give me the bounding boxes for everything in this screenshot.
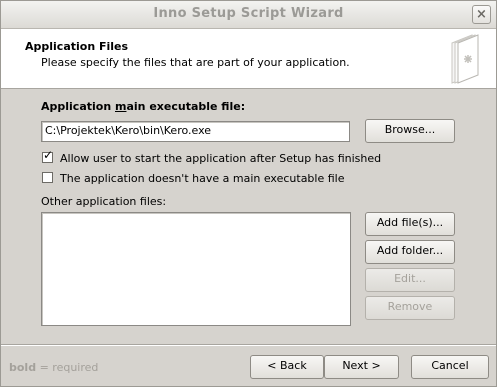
remove-button[interactable]: Remove xyxy=(365,296,455,320)
check-icon: ✓ xyxy=(43,148,54,162)
allow-start-checkbox[interactable]: ✓ xyxy=(42,148,54,163)
cancel-button-label: Cancel xyxy=(431,359,469,372)
footer-divider-highlight xyxy=(1,345,496,346)
main-exe-input[interactable]: C:\Projektek\Kero\bin\Kero.exe xyxy=(41,121,350,142)
main-exe-label-part2: ain executable file: xyxy=(126,100,246,113)
wizard-window: Inno Setup Script Wizard × Application F… xyxy=(0,0,497,387)
required-legend: bold = required xyxy=(9,361,98,374)
main-exe-label: Application main executable file: xyxy=(41,100,245,113)
browse-button[interactable]: Browse... xyxy=(365,119,455,143)
main-exe-label-part1: Application xyxy=(41,100,115,113)
browse-button-label: Browse... xyxy=(384,123,436,136)
required-legend-text: = required xyxy=(36,361,99,374)
no-exe-label[interactable]: The application doesn't have a main exec… xyxy=(60,172,345,185)
close-icon: × xyxy=(476,7,487,22)
close-button[interactable]: × xyxy=(472,5,491,24)
other-files-label: Other application files: xyxy=(41,195,167,208)
page-header: Application Files Please specify the fil… xyxy=(1,29,496,89)
main-exe-label-accel: m xyxy=(115,100,127,113)
wizard-pages-icon xyxy=(451,34,479,84)
required-legend-bold: bold xyxy=(9,361,37,374)
cancel-button[interactable]: Cancel xyxy=(411,355,489,379)
window-title: Inno Setup Script Wizard xyxy=(153,6,344,21)
add-files-button[interactable]: Add file(s)... xyxy=(365,212,455,236)
back-button-label: < Back xyxy=(267,359,307,372)
edit-button[interactable]: Edit... xyxy=(365,268,455,292)
edit-button-label: Edit... xyxy=(394,272,426,285)
other-files-list[interactable] xyxy=(41,212,351,326)
page-title: Application Files xyxy=(25,40,129,53)
next-button-label: Next > xyxy=(342,359,381,372)
remove-button-label: Remove xyxy=(387,300,433,313)
add-files-button-label: Add file(s)... xyxy=(376,216,444,229)
add-folder-button-label: Add folder... xyxy=(376,244,444,257)
allow-start-label[interactable]: Allow user to start the application afte… xyxy=(60,152,381,165)
next-button[interactable]: Next > xyxy=(324,355,399,379)
add-folder-button[interactable]: Add folder... xyxy=(365,240,455,264)
page-subtitle: Please specify the files that are part o… xyxy=(41,56,350,69)
no-exe-checkbox[interactable] xyxy=(42,172,53,183)
title-bar[interactable]: Inno Setup Script Wizard × xyxy=(1,1,496,29)
back-button[interactable]: < Back xyxy=(250,355,324,379)
